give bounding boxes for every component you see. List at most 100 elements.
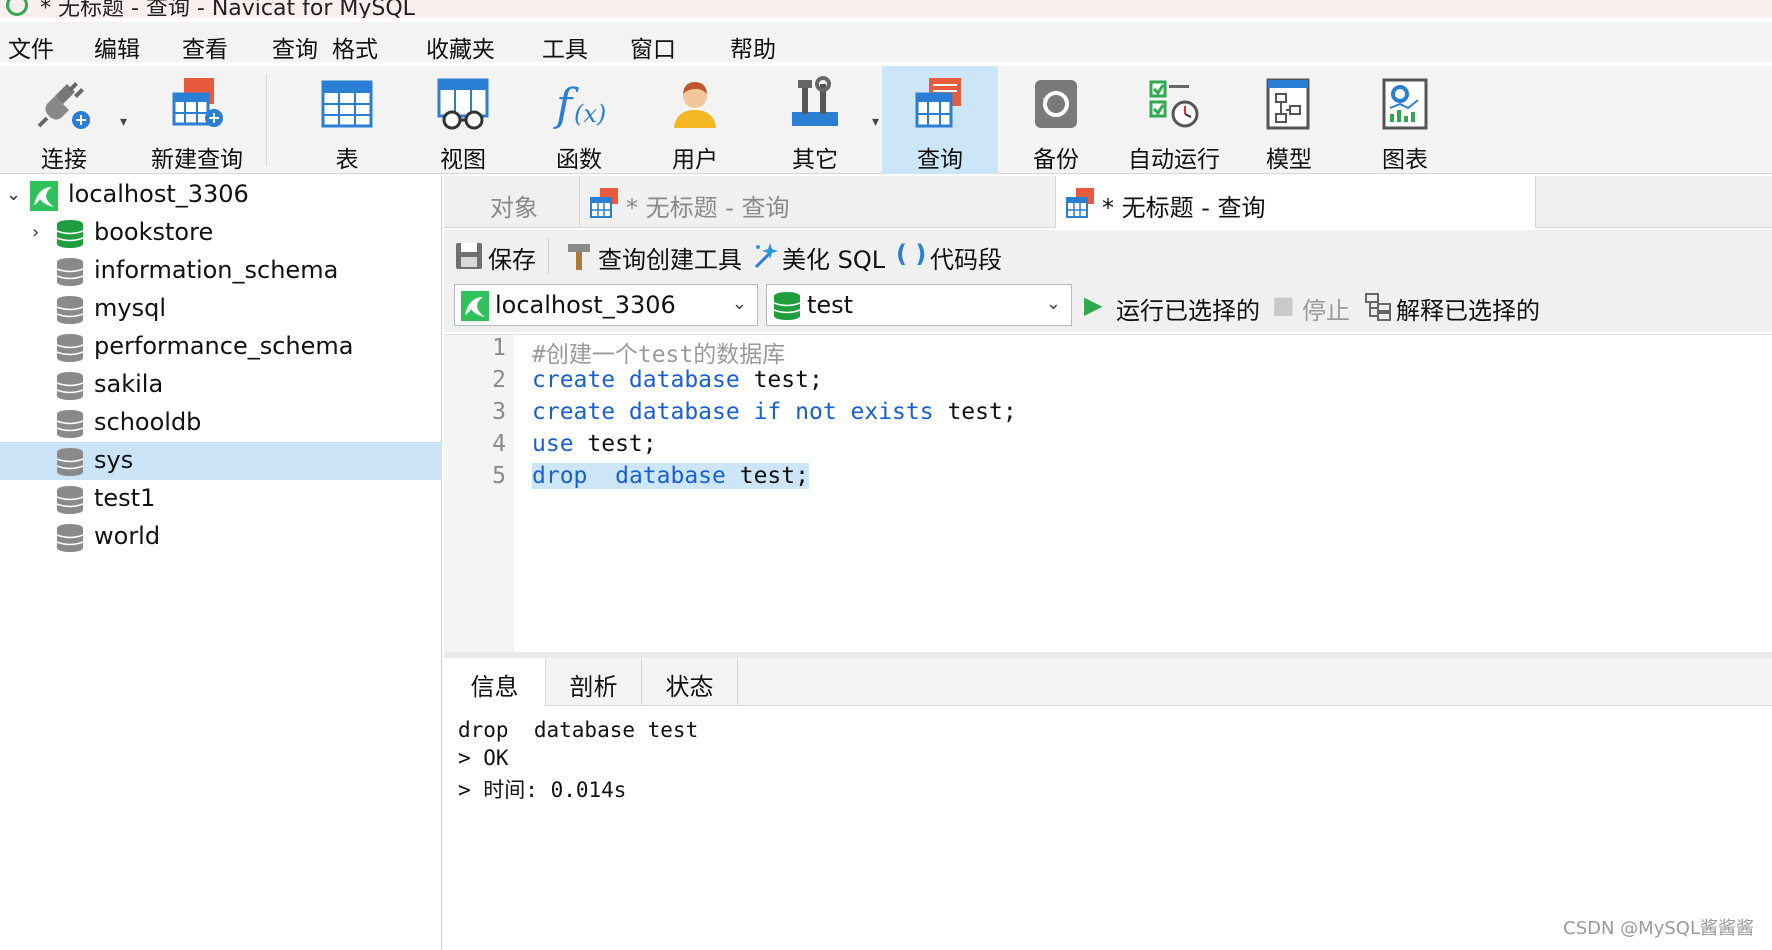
tab-info[interactable]: 信息: [444, 658, 546, 706]
backup-icon: [1035, 80, 1077, 128]
user-label: 用户: [672, 147, 718, 173]
menu-file[interactable]: 文件: [8, 30, 54, 64]
new-query-button[interactable]: 新建查询: [132, 66, 262, 174]
tab-query-1[interactable]: * 无标题 - 查询: [580, 176, 1056, 228]
backup-button[interactable]: 备份: [998, 66, 1114, 174]
tree-item-label: bookstore: [94, 218, 214, 246]
tab-profile[interactable]: 剖析: [546, 658, 642, 706]
code-keyword: database: [615, 463, 726, 489]
function-label: 函数: [556, 147, 602, 173]
model-label: 模型: [1266, 147, 1312, 173]
auto-run-button[interactable]: 自动运行: [1114, 66, 1234, 174]
tree-connection[interactable]: ⌄ localhost_3306: [0, 176, 442, 214]
tree-item-schooldb[interactable]: schooldb: [0, 404, 442, 442]
tree-item-information-schema[interactable]: information_schema: [0, 252, 442, 290]
menu-query[interactable]: 查询: [272, 30, 318, 64]
menu-format[interactable]: 格式: [332, 30, 378, 64]
tab-status[interactable]: 状态: [642, 658, 738, 706]
menu-favorites[interactable]: 收藏夹: [426, 30, 495, 64]
database-icon: [56, 486, 84, 514]
tree-item-mysql[interactable]: mysql: [0, 290, 442, 328]
expand-chevron-icon[interactable]: ›: [32, 222, 39, 243]
toolbar-separator: [266, 74, 267, 166]
beautify-sql-button[interactable]: 美化 SQL: [782, 240, 885, 275]
svg-text:(x): (x): [574, 100, 606, 128]
code-keyword: if not exists: [753, 399, 934, 425]
chevron-down-icon: ⌄: [1045, 293, 1061, 314]
view-button[interactable]: 视图: [406, 66, 520, 174]
code-comment: #创建一个test的数据库: [532, 342, 786, 368]
database-open-icon: [56, 220, 84, 248]
line-number: 2: [492, 367, 506, 393]
menu-view[interactable]: 查看: [182, 30, 228, 64]
model-icon: [1266, 78, 1310, 130]
connect-dropdown-icon[interactable]: ▾: [120, 114, 127, 130]
result-tabs: 信息 剖析 状态: [444, 658, 1772, 706]
tree-item-world[interactable]: world: [0, 518, 442, 556]
view-label: 视图: [440, 147, 486, 173]
query-button[interactable]: 查询: [882, 66, 998, 174]
function-icon: f (x): [553, 80, 606, 131]
tree-item-label: performance_schema: [94, 332, 354, 360]
code-snippet-icon: ( ): [896, 240, 927, 268]
query-tab-icon: [590, 188, 618, 218]
tab-objects-label: 对象: [490, 194, 538, 222]
chart-button[interactable]: 图表: [1348, 66, 1462, 174]
other-button[interactable]: 其它: [758, 66, 872, 174]
code-keyword: create database: [532, 367, 740, 393]
database-icon: [56, 410, 84, 438]
database-icon: [56, 524, 84, 552]
other-dropdown-icon[interactable]: ▾: [872, 114, 879, 130]
tab-info-label: 信息: [470, 673, 519, 701]
tab-query-2[interactable]: * 无标题 - 查询: [1056, 176, 1536, 228]
tree-item-label: information_schema: [94, 256, 339, 284]
auto-run-label: 自动运行: [1128, 147, 1220, 173]
query-icon: [915, 78, 961, 128]
tab-objects[interactable]: 对象: [444, 176, 580, 228]
tree-item-label: mysql: [94, 294, 166, 322]
connect-label: 连接: [41, 147, 87, 173]
toolbar-separator: [548, 238, 549, 274]
database-select[interactable]: test ⌄: [766, 284, 1072, 326]
stop-button[interactable]: 停止: [1302, 291, 1350, 326]
output-line: > OK: [458, 746, 509, 770]
tree-item-sys[interactable]: sys: [0, 442, 442, 480]
plug-icon: [37, 82, 90, 129]
connection-select[interactable]: localhost_3306 ⌄: [454, 284, 758, 326]
menu-tools[interactable]: 工具: [542, 30, 588, 64]
menu-window[interactable]: 窗口: [630, 30, 676, 64]
line-number: 5: [492, 463, 506, 489]
run-selected-button[interactable]: 运行已选择的: [1116, 291, 1260, 326]
auto-run-icon: [1149, 80, 1199, 128]
save-button[interactable]: 保存: [488, 240, 536, 275]
database-open-icon: [773, 292, 801, 320]
menu-help[interactable]: 帮助: [730, 30, 776, 64]
tree-item-performance-schema[interactable]: performance_schema: [0, 328, 442, 366]
explain-selected-button[interactable]: 解释已选择的: [1396, 291, 1540, 326]
table-button[interactable]: 表: [290, 66, 404, 174]
model-button[interactable]: 模型: [1232, 66, 1346, 174]
menu-edit[interactable]: 编辑: [94, 30, 140, 64]
main-toolbar: 连接 ▾ 新建查询 表 视图 f (x) 函数 用户 其它 ▾ 查询 备份 自动…: [0, 66, 1772, 174]
tree-item-label: sys: [94, 446, 134, 474]
new-query-label: 新建查询: [151, 147, 243, 173]
function-button[interactable]: f (x) 函数: [522, 66, 636, 174]
query-builder-button[interactable]: 查询创建工具: [598, 240, 742, 275]
sql-editor[interactable]: 1 2 3 4 5 #创建一个test的数据库 create database …: [444, 334, 1772, 653]
play-icon: ▶: [1084, 291, 1103, 319]
menu-bar: 文件 编辑 查看 查询 格式 收藏夹 工具 窗口 帮助: [0, 22, 1772, 64]
collapse-chevron-icon[interactable]: ⌄: [6, 184, 21, 205]
tree-item-test1[interactable]: test1: [0, 480, 442, 518]
tree-item-sakila[interactable]: sakila: [0, 366, 442, 404]
title-bar: * 无标题 - 查询 - Navicat for MySQL: [0, 0, 1772, 18]
database-icon: [56, 334, 84, 362]
tree-item-label: world: [94, 522, 161, 550]
code-snippet-button[interactable]: 代码段: [930, 240, 1002, 275]
code-line-selected: drop database test;: [532, 463, 809, 489]
connect-button[interactable]: 连接: [4, 66, 124, 174]
query-tab-icon: [1066, 188, 1094, 218]
tree-item-bookstore[interactable]: › bookstore: [0, 214, 442, 252]
tree-connection-label: localhost_3306: [68, 180, 249, 208]
user-button[interactable]: 用户: [638, 66, 752, 174]
code-line: create database test;: [532, 367, 823, 393]
